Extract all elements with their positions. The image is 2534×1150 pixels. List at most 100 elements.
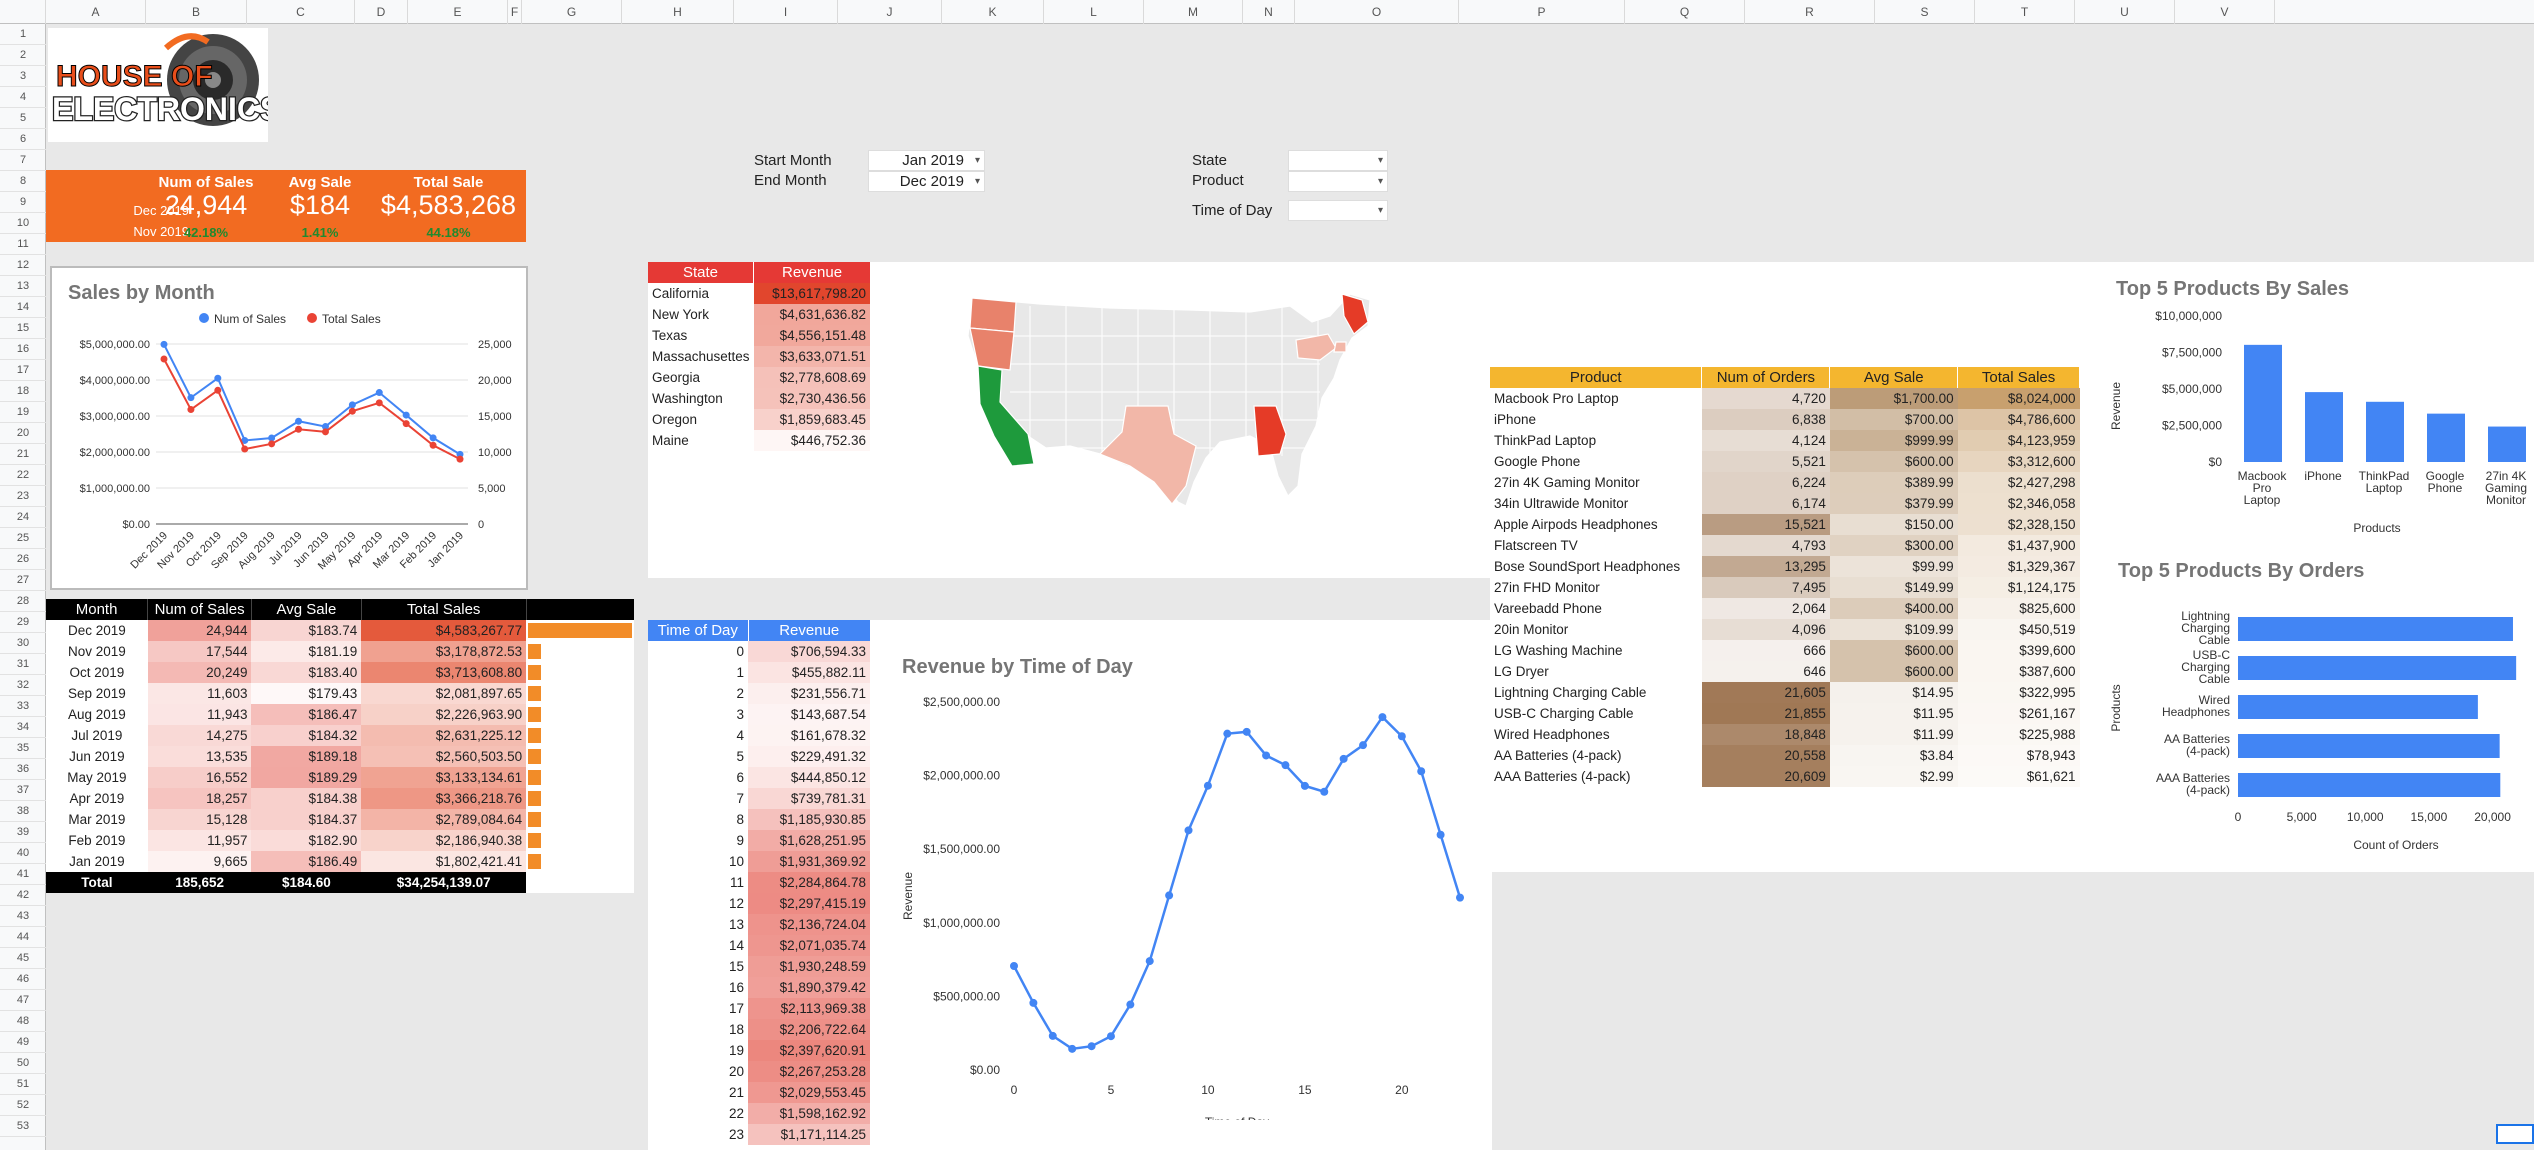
num-sales-cell[interactable]: 14,275 bbox=[147, 725, 252, 746]
top5-orders-chart[interactable]: LightningChargingCableUSB-CChargingCable… bbox=[2100, 590, 2534, 860]
num-orders-cell[interactable]: 21,605 bbox=[1701, 682, 1830, 703]
column-header[interactable]: M bbox=[1144, 0, 1243, 24]
row-header[interactable]: 20 bbox=[0, 423, 46, 444]
month-cell[interactable]: Jan 2019 bbox=[46, 851, 148, 872]
avg-sale-cell[interactable]: $186.49 bbox=[251, 851, 362, 872]
num-sales-cell[interactable]: 16,552 bbox=[147, 767, 252, 788]
avg-sale-cell[interactable]: $14.95 bbox=[1829, 682, 1958, 703]
total-sales-cell[interactable]: $78,943 bbox=[1957, 745, 2080, 766]
num-orders-cell[interactable]: 4,793 bbox=[1701, 535, 1830, 556]
num-sales-cell[interactable]: 18,257 bbox=[147, 788, 252, 809]
total-sales-cell[interactable]: $3,133,134.61 bbox=[361, 767, 527, 788]
product-name-cell[interactable]: ThinkPad Laptop bbox=[1490, 430, 1702, 451]
total-sales-cell[interactable]: $450,519 bbox=[1957, 619, 2080, 640]
product-name-cell[interactable]: Bose SoundSport Headphones bbox=[1490, 556, 1702, 577]
num-orders-cell[interactable]: 4,720 bbox=[1701, 388, 1830, 409]
row-header[interactable]: 25 bbox=[0, 528, 46, 549]
column-header[interactable]: C bbox=[247, 0, 355, 24]
column-header[interactable]: D bbox=[355, 0, 408, 24]
hour-revenue-cell[interactable]: $229,491.32 bbox=[748, 746, 870, 767]
row-header[interactable]: 9 bbox=[0, 192, 46, 213]
avg-sale-cell[interactable]: $183.74 bbox=[251, 620, 362, 641]
row-header[interactable]: 28 bbox=[0, 591, 46, 612]
avg-sale-cell[interactable]: $1,700.00 bbox=[1829, 388, 1958, 409]
month-cell[interactable]: May 2019 bbox=[46, 767, 148, 788]
hour-revenue-cell[interactable]: $455,882.11 bbox=[748, 662, 870, 683]
table-header[interactable]: Product bbox=[1490, 367, 1703, 388]
num-sales-cell[interactable]: 11,957 bbox=[147, 830, 252, 851]
column-header[interactable]: A bbox=[46, 0, 146, 24]
hour-revenue-cell[interactable]: $1,628,251.95 bbox=[748, 830, 870, 851]
product-name-cell[interactable]: iPhone bbox=[1490, 409, 1702, 430]
row-header[interactable]: 37 bbox=[0, 780, 46, 801]
column-header[interactable]: F bbox=[508, 0, 522, 24]
product-name-cell[interactable]: Wired Headphones bbox=[1490, 724, 1702, 745]
month-cell[interactable]: Feb 2019 bbox=[46, 830, 148, 851]
sparkbar-cell[interactable] bbox=[526, 809, 634, 830]
row-header[interactable]: 48 bbox=[0, 1011, 46, 1032]
row-header[interactable]: 21 bbox=[0, 444, 46, 465]
hour-cell[interactable]: 4 bbox=[648, 725, 748, 746]
selected-cell[interactable] bbox=[2496, 1124, 2534, 1144]
num-orders-cell[interactable]: 646 bbox=[1701, 661, 1830, 682]
start-month-dropdown[interactable]: Jan 2019 ▾ bbox=[868, 150, 985, 171]
hour-cell[interactable]: 2 bbox=[648, 683, 748, 704]
avg-sale-cell[interactable]: $184.32 bbox=[251, 725, 362, 746]
hour-cell[interactable]: 12 bbox=[648, 893, 748, 914]
product-name-cell[interactable]: Vareebadd Phone bbox=[1490, 598, 1702, 619]
column-header[interactable]: H bbox=[622, 0, 734, 24]
sparkbar-cell[interactable] bbox=[526, 851, 634, 872]
total-sales-cell[interactable]: $322,995 bbox=[1957, 682, 2080, 703]
product-filter-dropdown[interactable]: ▾ bbox=[1288, 171, 1388, 192]
num-sales-cell[interactable]: 13,535 bbox=[147, 746, 252, 767]
total-sales-cell[interactable]: $1,437,900 bbox=[1957, 535, 2080, 556]
row-header[interactable]: 1 bbox=[0, 24, 46, 45]
row-header[interactable]: 52 bbox=[0, 1095, 46, 1116]
hour-revenue-cell[interactable]: $2,206,722.64 bbox=[748, 1019, 870, 1040]
product-name-cell[interactable]: 20in Monitor bbox=[1490, 619, 1702, 640]
product-name-cell[interactable]: LG Dryer bbox=[1490, 661, 1702, 682]
avg-sale-cell[interactable]: $400.00 bbox=[1829, 598, 1958, 619]
hour-revenue-cell[interactable]: $143,687.54 bbox=[748, 704, 870, 725]
state-revenue-cell[interactable]: $2,778,608.69 bbox=[753, 367, 870, 388]
hour-cell[interactable]: 23 bbox=[648, 1124, 748, 1145]
state-cell[interactable]: California bbox=[648, 283, 754, 304]
product-name-cell[interactable]: Lightning Charging Cable bbox=[1490, 682, 1702, 703]
sparkbar-cell[interactable] bbox=[526, 641, 634, 662]
product-name-cell[interactable]: Flatscreen TV bbox=[1490, 535, 1702, 556]
row-header[interactable]: 35 bbox=[0, 738, 46, 759]
total-sales-cell[interactable]: $2,081,897.65 bbox=[361, 683, 527, 704]
row-header[interactable]: 31 bbox=[0, 654, 46, 675]
num-sales-cell[interactable]: 17,544 bbox=[147, 641, 252, 662]
hour-cell[interactable]: 9 bbox=[648, 830, 748, 851]
row-header[interactable]: 19 bbox=[0, 402, 46, 423]
avg-sale-cell[interactable]: $300.00 bbox=[1829, 535, 1958, 556]
num-orders-cell[interactable]: 6,174 bbox=[1701, 493, 1830, 514]
avg-sale-cell[interactable]: $600.00 bbox=[1829, 451, 1958, 472]
state-revenue-cell[interactable]: $4,556,151.48 bbox=[753, 325, 870, 346]
row-header[interactable]: 8 bbox=[0, 171, 46, 192]
state-cell[interactable]: New York bbox=[648, 304, 754, 325]
row-header[interactable]: 23 bbox=[0, 486, 46, 507]
corner-cell[interactable] bbox=[0, 0, 46, 24]
avg-sale-cell[interactable]: $379.99 bbox=[1829, 493, 1958, 514]
end-month-dropdown[interactable]: Dec 2019 ▾ bbox=[868, 171, 985, 192]
num-orders-cell[interactable]: 7,495 bbox=[1701, 577, 1830, 598]
column-header[interactable]: P bbox=[1459, 0, 1625, 24]
state-cell[interactable]: Oregon bbox=[648, 409, 754, 430]
product-name-cell[interactable]: 34in Ultrawide Monitor bbox=[1490, 493, 1702, 514]
column-header[interactable]: L bbox=[1044, 0, 1144, 24]
num-sales-cell[interactable]: 24,944 bbox=[147, 620, 252, 641]
hour-revenue-cell[interactable]: $706,594.33 bbox=[748, 641, 870, 662]
total-sales-cell[interactable]: $1,802,421.41 bbox=[361, 851, 527, 872]
row-header[interactable]: 27 bbox=[0, 570, 46, 591]
row-header[interactable]: 3 bbox=[0, 66, 46, 87]
row-header[interactable]: 38 bbox=[0, 801, 46, 822]
total-sales-cell[interactable]: $4,583,267.77 bbox=[361, 620, 527, 641]
sparkbar-cell[interactable] bbox=[526, 683, 634, 704]
hour-cell[interactable]: 15 bbox=[648, 956, 748, 977]
column-header[interactable]: T bbox=[1975, 0, 2075, 24]
total-sales-cell[interactable]: $3,178,872.53 bbox=[361, 641, 527, 662]
num-sales-cell[interactable]: 9,665 bbox=[147, 851, 252, 872]
hour-cell[interactable]: 10 bbox=[648, 851, 748, 872]
